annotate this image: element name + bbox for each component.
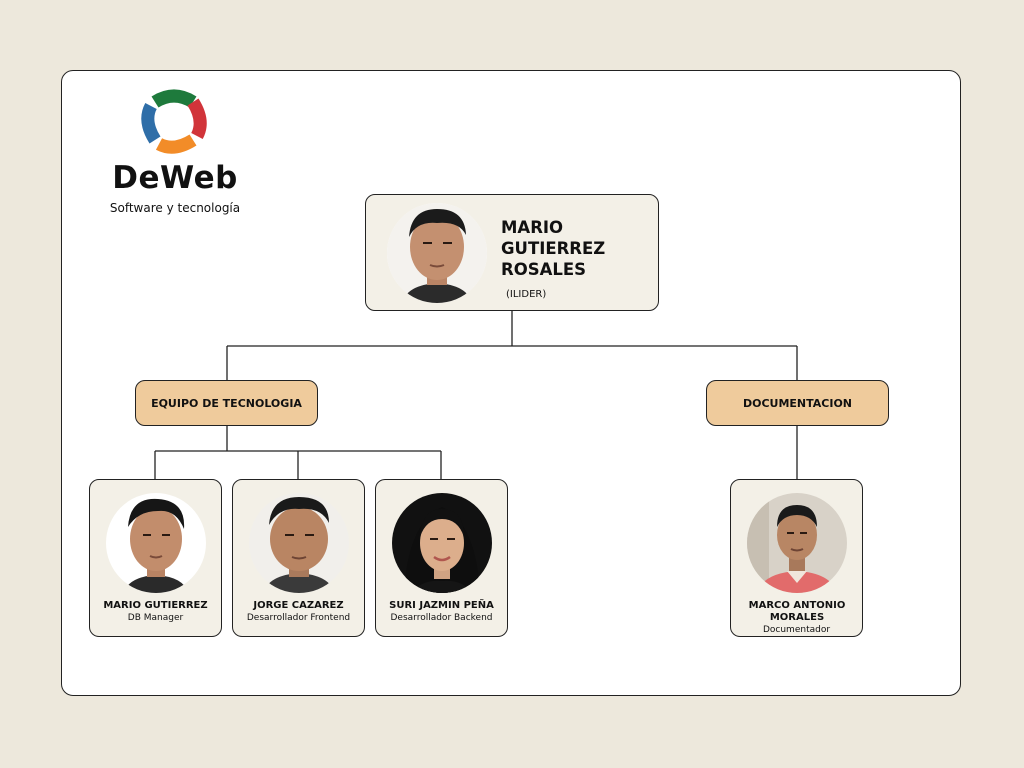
member-name: SURI JAZMIN PEÑA	[389, 600, 494, 611]
member-card-marco-antonio[interactable]: MARCO ANTONIO MORALES Documentador	[730, 479, 863, 637]
member-name: JORGE CAZAREZ	[253, 600, 344, 611]
member-photo	[392, 493, 492, 593]
member-photo	[106, 493, 206, 593]
member-name: MARIO GUTIERREZ	[103, 600, 208, 611]
member-photo	[249, 493, 349, 593]
member-card-suri-jazmin[interactable]: SURI JAZMIN PEÑA Desarrollador Backend	[375, 479, 508, 637]
member-name: MARCO ANTONIO MORALES	[748, 600, 846, 623]
department-tecnologia[interactable]: EQUIPO DE TECNOLOGIA	[135, 380, 318, 426]
member-role: DB Manager	[127, 613, 184, 623]
leader-card[interactable]: MARIO GUTIERREZ ROSALES (ILIDER)	[365, 194, 659, 311]
member-card-jorge-cazarez[interactable]: JORGE CAZAREZ Desarrollador Frontend	[232, 479, 365, 637]
member-role: Desarrollador Frontend	[246, 613, 351, 623]
member-photo	[747, 493, 847, 593]
department-documentacion[interactable]: DOCUMENTACION	[706, 380, 889, 426]
member-card-mario-gutierrez[interactable]: MARIO GUTIERREZ DB Manager	[89, 479, 222, 637]
member-role: Desarrollador Backend	[390, 613, 493, 623]
leader-photo	[387, 203, 487, 303]
leader-role: (ILIDER)	[506, 289, 547, 300]
member-role: Documentador	[762, 625, 831, 635]
leader-name: MARIO GUTIERREZ ROSALES	[501, 218, 606, 279]
